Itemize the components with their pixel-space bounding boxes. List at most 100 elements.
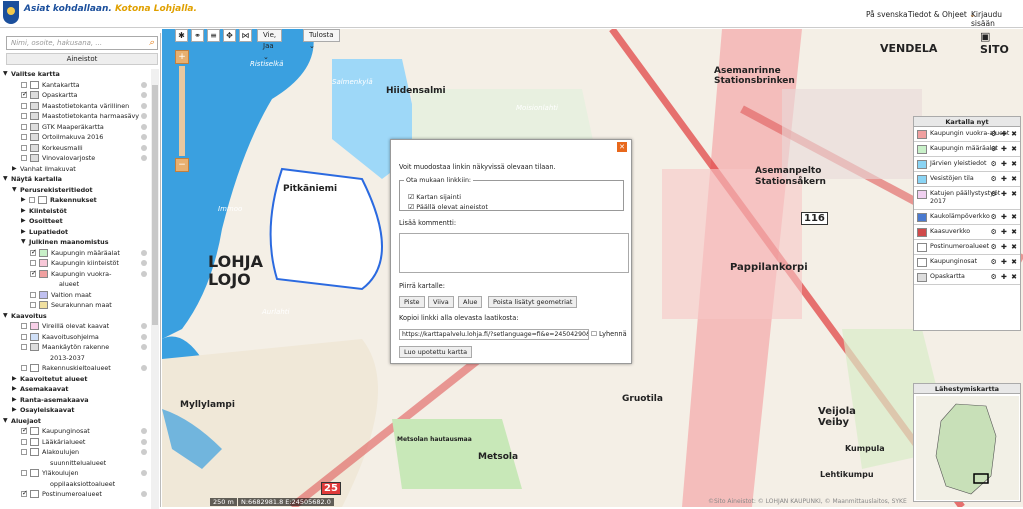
layer-checkbox[interactable] — [21, 113, 27, 119]
layer-checkbox[interactable] — [30, 268, 37, 278]
map-location-checkbox[interactable]: Kartan sijainti — [408, 193, 461, 201]
draw-point-button[interactable]: Piste — [399, 296, 425, 308]
layer-checkbox[interactable] — [30, 247, 37, 257]
active-layer-item[interactable]: Kaupungin määräalat ⚙ ✚ ✖ — [914, 142, 1020, 157]
layer-tree-item[interactable]: Opaskartta — [3, 89, 151, 101]
tab-aineistot[interactable]: Aineistot — [6, 53, 158, 65]
layer-tree-item[interactable]: Vireillä olevat kaavat — [3, 321, 151, 332]
layer-tree-item[interactable]: Vinovalovarjoste — [3, 153, 151, 164]
layer-tree-item[interactable]: ▶ Vanhat ilmakuvat — [3, 164, 151, 175]
layer-tree-item[interactable]: 2013-2037 — [3, 353, 151, 364]
print-button[interactable]: Tulosta ⌄ — [303, 29, 340, 50]
comment-textarea[interactable] — [399, 233, 629, 273]
info-menu[interactable]: Tiedot & Ohjeet ⌄ — [908, 10, 976, 19]
layer-checkbox[interactable] — [21, 134, 27, 140]
expand-down-icon[interactable]: ▼ — [3, 174, 10, 185]
expand-down-icon[interactable]: ▼ — [3, 416, 10, 427]
layer-tree-item[interactable]: ▶ Lupatiedot — [3, 227, 151, 238]
layer-tree-item[interactable]: ▶ Osoitteet — [3, 216, 151, 227]
info-icon[interactable] — [141, 323, 147, 329]
layer-tree-item[interactable]: Maastotietokanta värillinen — [3, 101, 151, 112]
layer-tree-item[interactable]: Seurakunnan maat — [3, 300, 151, 311]
city-crest-logo[interactable] — [3, 1, 19, 24]
layer-tree-item[interactable]: ▶ Ranta-asemakaava — [3, 395, 151, 406]
layer-checkbox[interactable] — [21, 344, 27, 350]
layer-checkbox[interactable] — [21, 81, 27, 88]
layer-checkbox[interactable] — [21, 488, 28, 499]
layer-checkbox[interactable] — [21, 425, 28, 436]
layer-tree-item[interactable]: Kaavoitusohjelma — [3, 332, 151, 343]
active-layer-item[interactable]: Kaukolämpöverkko ⚙ ✚ ✖ — [914, 210, 1020, 225]
search-icon[interactable]: ⌕ — [149, 38, 154, 48]
layer-checkbox[interactable] — [21, 144, 27, 151]
layer-checkbox[interactable] — [21, 102, 27, 109]
info-icon[interactable] — [141, 270, 147, 277]
layer-tree-item[interactable]: ▶ Kaavoitetut alueet — [3, 374, 151, 385]
layer-checkbox[interactable] — [21, 123, 27, 130]
layer-actions-icon[interactable]: ⚙ ✚ ✖ — [991, 175, 1018, 183]
layer-checkbox[interactable] — [30, 302, 36, 308]
login-link[interactable]: Kirjaudu sisään — [971, 10, 1023, 28]
layer-checkbox[interactable] — [21, 323, 27, 329]
layer-checkbox[interactable] — [29, 197, 35, 203]
layer-tree-item[interactable]: Alakoulujen — [3, 447, 151, 458]
expand-right-icon[interactable]: ▶ — [21, 195, 28, 206]
expand-right-icon[interactable]: ▶ — [21, 206, 28, 217]
expand-right-icon[interactable]: ▶ — [21, 216, 28, 227]
info-icon[interactable] — [141, 438, 147, 445]
layer-tree-item[interactable]: ▶ Osayleiskaavat — [3, 405, 151, 416]
zoom-in-button[interactable]: + — [175, 50, 189, 64]
language-link[interactable]: På svenska — [866, 10, 908, 19]
layer-tree-item[interactable]: Kaupunginosat — [3, 425, 151, 437]
info-icon[interactable] — [141, 260, 147, 266]
active-layer-item[interactable]: Postinumeroalueet ⚙ ✚ ✖ — [914, 240, 1020, 255]
active-layer-item[interactable]: Opaskartta ⚙ ✚ ✖ — [914, 270, 1020, 285]
shorten-checkbox[interactable]: ☐ Lyhennä — [591, 330, 627, 338]
layer-tree-item[interactable]: Valtion maat — [3, 290, 151, 301]
zoom-out-button[interactable]: − — [175, 158, 189, 172]
expand-right-icon[interactable]: ▶ — [12, 164, 19, 175]
active-layer-item[interactable]: Katujen päällystystyöt 2017 ⚙ ✚ ✖ — [914, 187, 1020, 210]
layer-tree-item[interactable]: Ortoilmakuva 2016 — [3, 132, 151, 143]
layer-actions-icon[interactable]: ⚙ ✚ ✖ — [991, 273, 1018, 281]
info-icon[interactable] — [141, 81, 147, 88]
layer-tree-item[interactable]: ▼ Kaavoitus — [3, 311, 151, 322]
layer-tree-item[interactable]: Korkeusmalli — [3, 143, 151, 154]
layer-actions-icon[interactable]: ⚙ ✚ ✖ — [991, 213, 1018, 221]
info-icon[interactable] — [141, 365, 147, 371]
layer-checkbox[interactable] — [21, 470, 27, 476]
expand-right-icon[interactable]: ▶ — [12, 405, 19, 416]
active-layer-item[interactable]: Kaasuverkko ⚙ ✚ ✖ — [914, 225, 1020, 240]
layer-tree-item[interactable]: GTK Maaperäkartta — [3, 122, 151, 133]
layer-checkbox[interactable] — [30, 260, 36, 266]
expand-right-icon[interactable]: ▶ — [12, 384, 19, 395]
link-field[interactable]: https://karttapalvelu.lohja.fi/?setlangu… — [399, 329, 589, 340]
expand-down-icon[interactable]: ▼ — [3, 311, 10, 322]
layer-tree-item[interactable]: Kaupungin kiinteistöt — [3, 258, 151, 269]
zoom-slider[interactable] — [179, 66, 185, 156]
active-layer-item[interactable]: Järvien yleistiedot ⚙ ✚ ✖ — [914, 157, 1020, 172]
measure-icon[interactable]: ⋈ — [239, 29, 252, 42]
overview-map-view[interactable] — [916, 396, 1019, 500]
layer-tree-item[interactable]: Postinumeroalueet — [3, 488, 151, 500]
close-icon[interactable]: ✕ — [617, 142, 627, 152]
expand-right-icon[interactable]: ▶ — [21, 227, 28, 238]
layer-actions-icon[interactable]: ⚙ ✚ ✖ — [991, 145, 1018, 153]
link-icon[interactable]: ⚭ — [191, 29, 204, 42]
scrollbar-thumb[interactable] — [152, 85, 158, 325]
info-icon[interactable] — [141, 249, 147, 256]
create-embed-button[interactable]: Luo upotettu kartta — [399, 346, 473, 358]
info-icon[interactable] — [141, 470, 147, 476]
layer-actions-icon[interactable]: ⚙ ✚ ✖ — [991, 228, 1018, 236]
layer-tree-item[interactable]: alueet — [3, 279, 151, 290]
info-icon[interactable] — [141, 344, 147, 350]
info-icon[interactable] — [141, 113, 147, 119]
expand-right-icon[interactable]: ▶ — [12, 374, 19, 385]
layer-checkbox[interactable] — [21, 89, 28, 100]
sidebar-scrollbar[interactable] — [151, 69, 159, 509]
layer-tree-item[interactable]: ▶ Rakennukset — [3, 195, 151, 206]
layer-tree-item[interactable]: ▼ Julkinen maanomistus — [3, 237, 151, 248]
info-icon[interactable] — [141, 428, 147, 434]
layer-tree-item[interactable]: ▼ Perusrekisteritiedot — [3, 185, 151, 196]
layer-actions-icon[interactable]: ⚙ ✚ ✖ — [991, 160, 1018, 168]
